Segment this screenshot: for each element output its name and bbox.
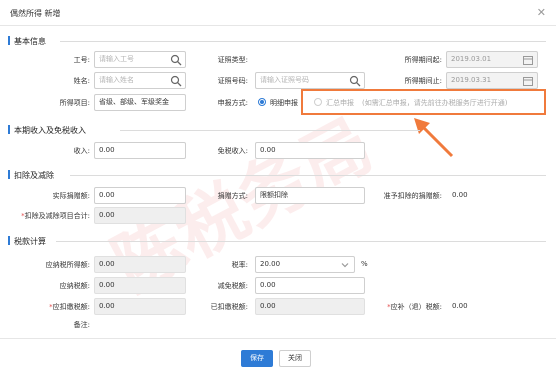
section-title-basic: 基本信息 xyxy=(14,37,46,46)
worker-id-label: 工号: xyxy=(73,56,90,64)
withhold-field: 0.00 xyxy=(94,298,186,315)
withhold-value: 0.00 xyxy=(99,302,115,310)
tax-rate-value: 20.00 xyxy=(260,260,281,268)
relief-input[interactable]: 0.00 xyxy=(255,277,365,294)
period-end-value: 2019.03.31 xyxy=(451,76,492,84)
arrow-annotation xyxy=(414,118,454,158)
declare-summary-label[interactable]: 汇总申报 xyxy=(326,98,354,108)
deduct-total-label: *扣除及减除项目合计: xyxy=(4,211,90,221)
deduct-total-field: 0.00 xyxy=(94,207,186,224)
id-no-placeholder: 请输入证照号码 xyxy=(260,76,309,84)
withheld-label: 已扣缴税额: xyxy=(210,303,248,311)
chevron-down-icon[interactable] xyxy=(339,259,351,271)
declare-summary-note: (如需汇总申报，请先前往办税服务厅进行开通) xyxy=(362,99,508,107)
calendar-icon[interactable] xyxy=(522,75,534,87)
worker-id-input[interactable]: 请输入工号 xyxy=(94,51,186,68)
withheld-field: 0.00 xyxy=(255,298,365,315)
donation-value: 0.00 xyxy=(99,191,115,199)
search-icon[interactable] xyxy=(170,75,182,87)
period-start-value: 2019.03.01 xyxy=(451,55,492,63)
income-input[interactable]: 0.00 xyxy=(94,142,186,159)
income-value: 0.00 xyxy=(99,146,115,154)
refund-label: *应补（退）税额: xyxy=(366,302,442,312)
id-type-label: 证照类型: xyxy=(217,56,248,64)
period-end-input[interactable]: 2019.03.31 xyxy=(446,72,538,89)
section-marker xyxy=(8,170,10,179)
tax-payable-field: 0.00 xyxy=(94,277,186,294)
tax-rate-select[interactable]: 20.00 xyxy=(255,256,355,273)
section-title-income: 本期收入及免税收入 xyxy=(14,126,86,135)
tax-rate-unit: % xyxy=(361,260,368,268)
free-income-input[interactable]: 0.00 xyxy=(255,142,365,159)
name-label: 姓名: xyxy=(73,77,90,85)
free-income-label: 免税收入: xyxy=(217,147,248,155)
withheld-value: 0.00 xyxy=(260,302,276,310)
donation-method-label: 捐赠方式: xyxy=(217,192,248,200)
worker-id-placeholder: 请输入工号 xyxy=(99,55,134,63)
deduct-total-value: 0.00 xyxy=(99,211,115,219)
section-divider xyxy=(60,41,546,42)
section-title-deduct: 扣除及减除 xyxy=(14,171,54,180)
taxable-value: 0.00 xyxy=(99,260,115,268)
deduct-total-label-text: 扣除及减除项目合计: xyxy=(24,212,90,220)
donation-method-value: 限额扣除 xyxy=(260,191,288,199)
search-icon[interactable] xyxy=(170,54,182,66)
section-divider xyxy=(70,175,546,176)
name-placeholder: 请输入姓名 xyxy=(99,76,134,84)
save-button[interactable]: 保存 xyxy=(241,350,273,367)
item-value: 省级、部级、军级奖金 xyxy=(99,98,169,106)
section-divider xyxy=(56,241,546,242)
taxable-field: 0.00 xyxy=(94,256,186,273)
allowed-donation-label: 准予扣除的捐赠额: xyxy=(383,192,442,200)
withhold-label-text: 应扣缴税额: xyxy=(52,303,90,311)
section-marker xyxy=(8,36,10,45)
calendar-icon[interactable] xyxy=(522,54,534,66)
declare-summary-radio[interactable] xyxy=(314,98,322,106)
section-marker xyxy=(8,125,10,134)
tax-payable-value: 0.00 xyxy=(99,281,115,289)
free-income-value: 0.00 xyxy=(260,146,276,154)
tax-rate-label: 税率: xyxy=(231,261,248,269)
declare-detail-radio[interactable] xyxy=(258,98,266,106)
allowed-donation-value: 0.00 xyxy=(452,191,468,199)
refund-label-text: 应补（退）税额: xyxy=(390,303,442,311)
item-label: 所得项目: xyxy=(59,99,90,107)
donation-input[interactable]: 0.00 xyxy=(94,187,186,204)
taxable-label: 应纳税所得额: xyxy=(45,261,90,269)
relief-label: 减免税额: xyxy=(217,282,248,290)
search-icon[interactable] xyxy=(349,75,361,87)
dialog-titlebar xyxy=(0,0,556,26)
id-no-input[interactable]: 请输入证照号码 xyxy=(255,72,365,89)
close-button[interactable]: 关闭 xyxy=(279,350,311,367)
period-start-label: 所得期间起: xyxy=(404,56,442,64)
close-icon[interactable]: ✕ xyxy=(537,6,546,19)
radio-dot xyxy=(260,100,264,104)
declare-label: 申报方式: xyxy=(217,99,248,107)
dialog-title: 偶然所得 新增 xyxy=(10,9,61,18)
income-label: 收入: xyxy=(73,147,90,155)
footer-divider xyxy=(0,338,556,339)
name-input[interactable]: 请输入姓名 xyxy=(94,72,186,89)
remark-label: 备注: xyxy=(73,321,90,329)
section-marker xyxy=(8,236,10,245)
relief-value: 0.00 xyxy=(260,281,276,289)
id-no-label: 证照号码: xyxy=(217,77,248,85)
period-end-label: 所得期间止: xyxy=(404,77,442,85)
donation-label: 实际捐赠额: xyxy=(52,192,90,200)
refund-value: 0.00 xyxy=(452,302,468,310)
item-select[interactable]: 省级、部级、军级奖金 xyxy=(94,94,186,111)
period-start-input[interactable]: 2019.03.01 xyxy=(446,51,538,68)
donation-method-select[interactable]: 限额扣除 xyxy=(255,187,365,204)
section-divider xyxy=(120,130,420,131)
withhold-label: *应扣缴税额: xyxy=(20,302,90,312)
section-title-tax: 税款计算 xyxy=(14,237,46,246)
declare-detail-label[interactable]: 明细申报 xyxy=(270,98,298,108)
tax-payable-label: 应纳税额: xyxy=(59,282,90,290)
